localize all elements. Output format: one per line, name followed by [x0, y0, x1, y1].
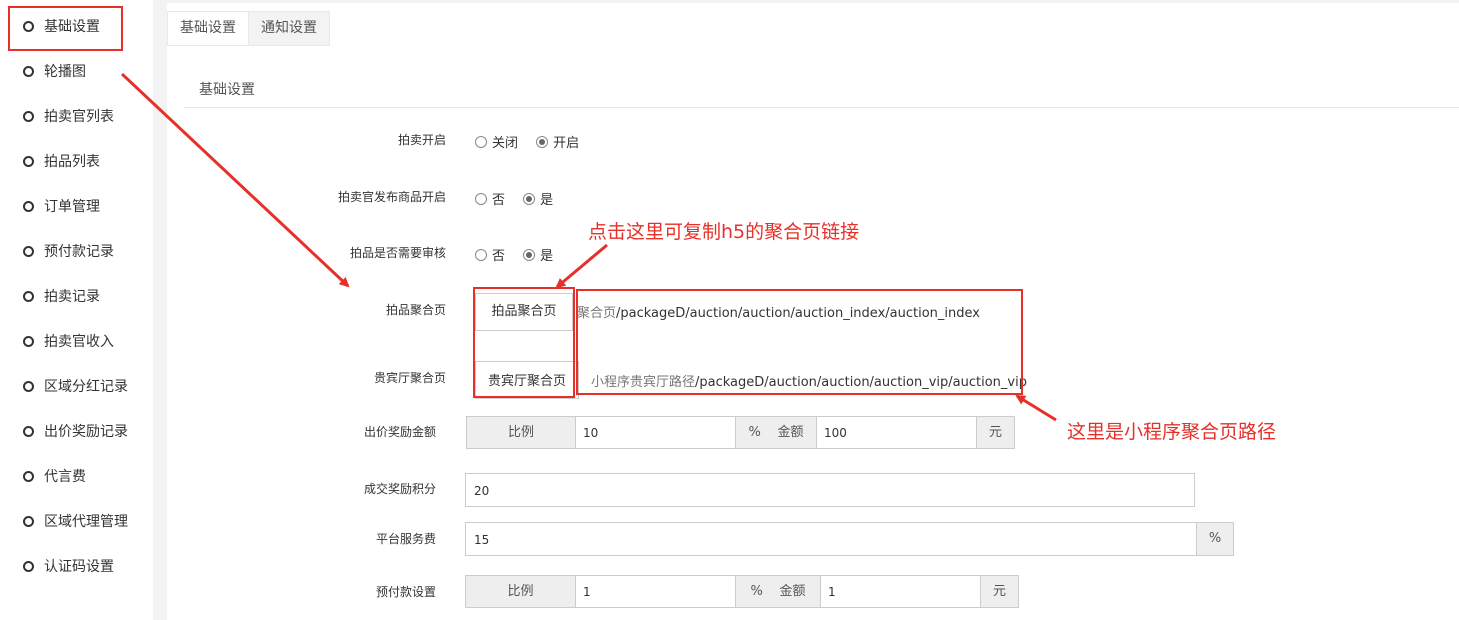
- annotation-arrows: [120, 72, 1057, 422]
- arrow-to-copy-button: [555, 243, 608, 289]
- arrow-to-aggregate-page: [120, 72, 350, 288]
- arrow-to-path-box: [1015, 394, 1057, 422]
